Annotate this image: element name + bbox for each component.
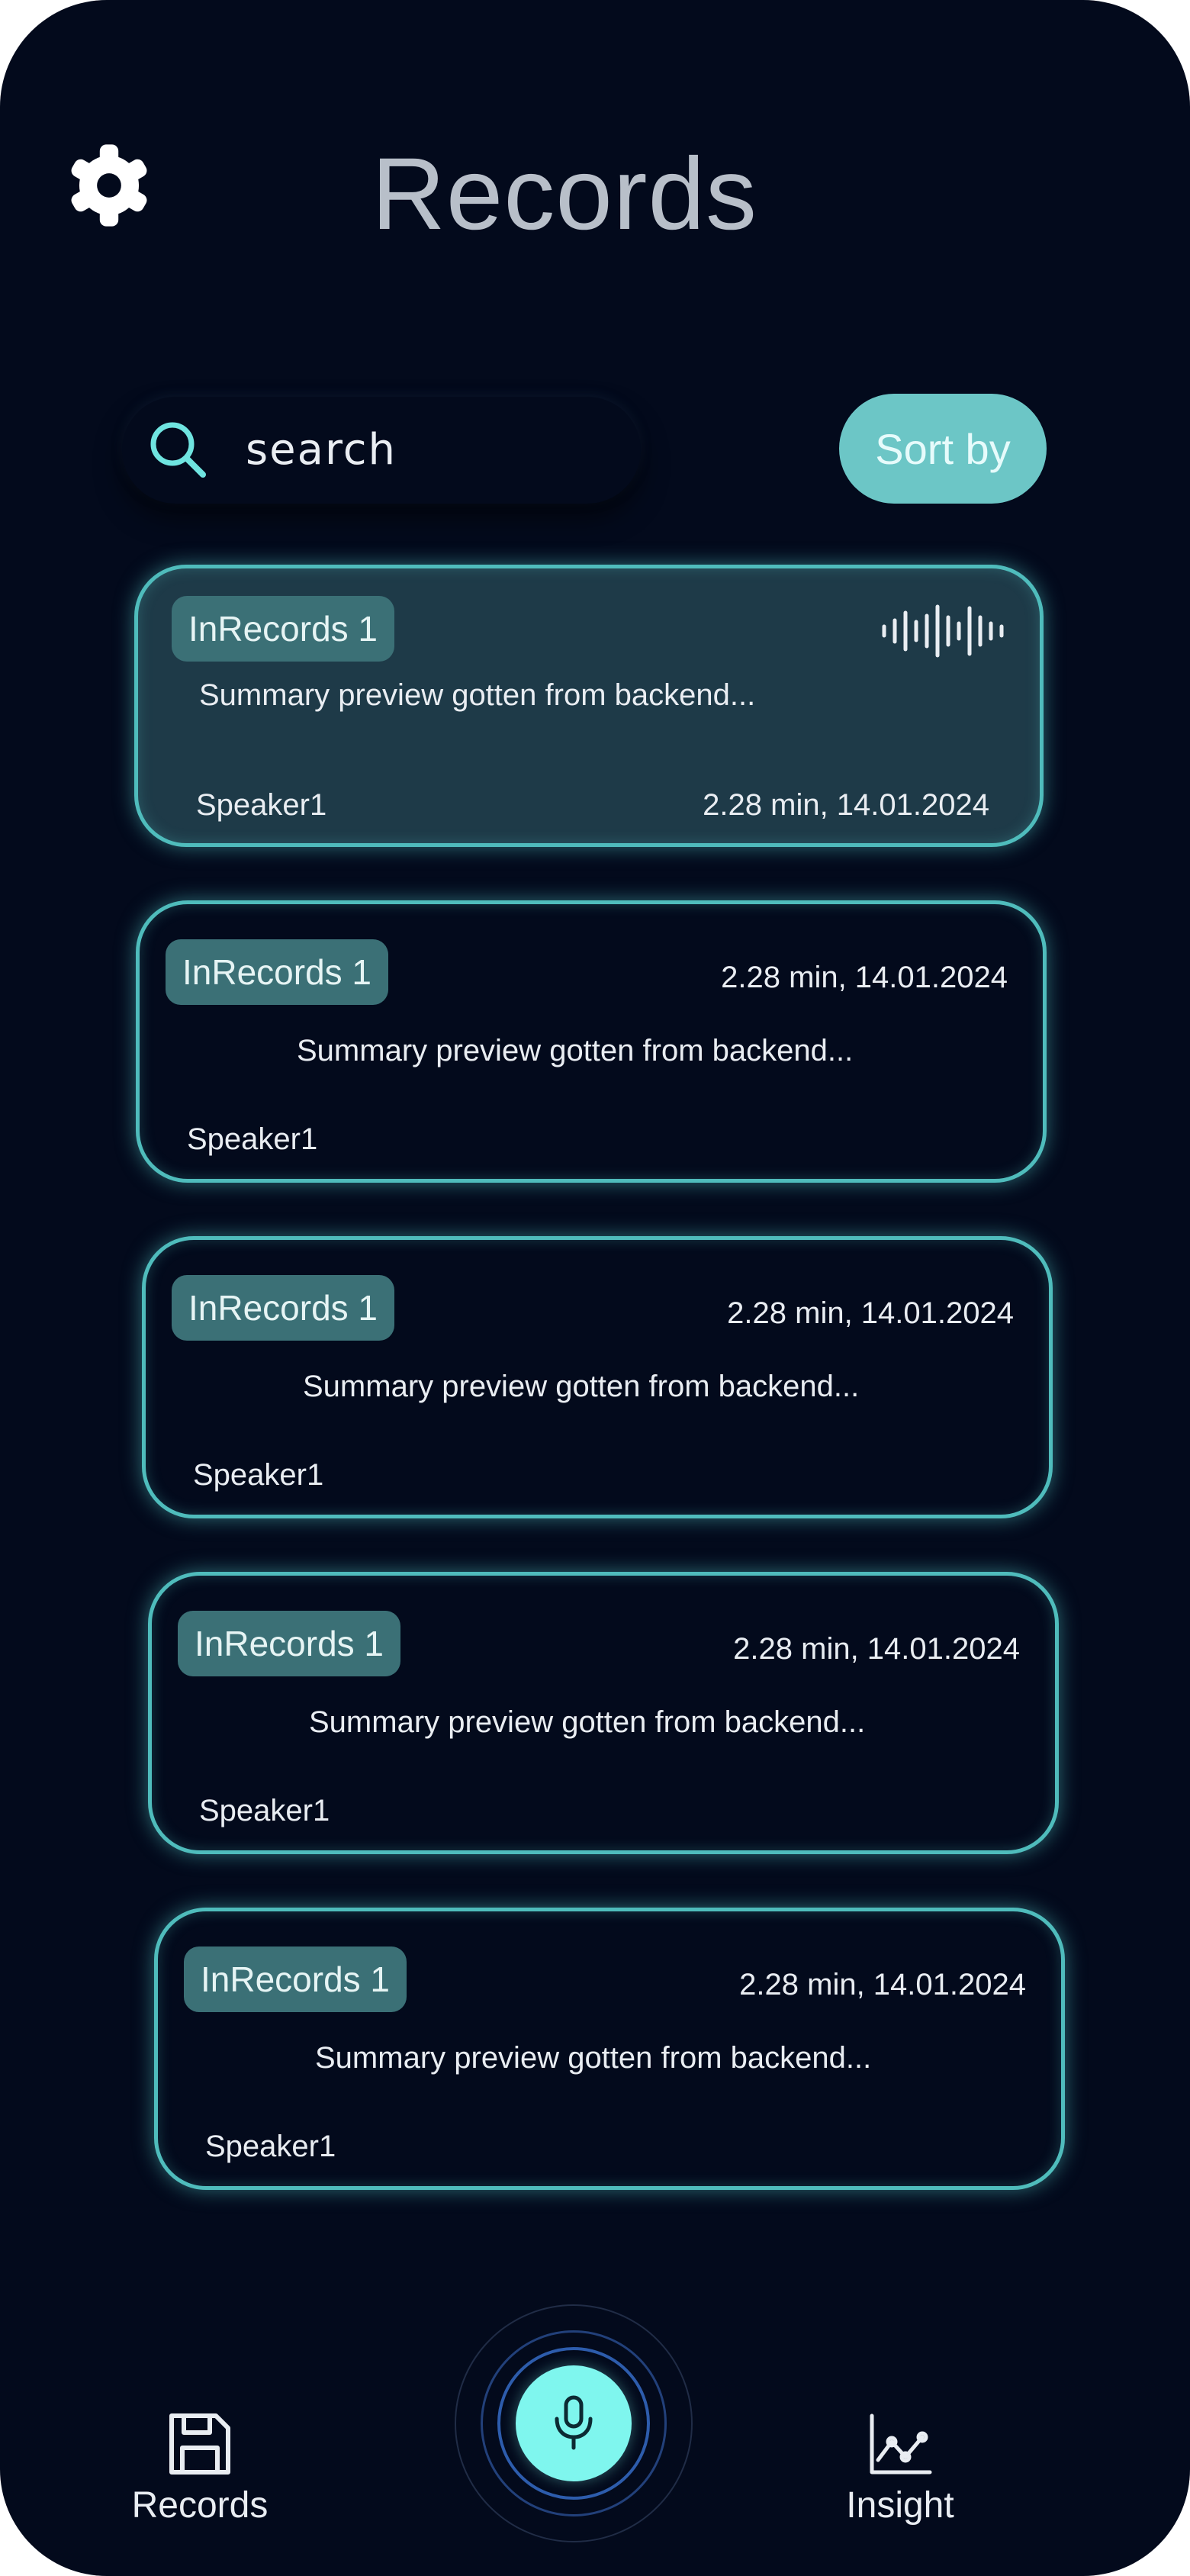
record-card[interactable]: InRecords 1 Summary preview gotten from …	[134, 565, 1044, 847]
record-summary: Summary preview gotten from backend...	[297, 1034, 854, 1067]
record-card[interactable]: InRecords 1 2.28 min, 14.01.2024 Summary…	[136, 900, 1047, 1183]
record-card[interactable]: InRecords 1 2.28 min, 14.01.2024 Summary…	[148, 1572, 1059, 1854]
record-tag: InRecords 1	[178, 1611, 401, 1676]
record-speaker: Speaker1	[193, 1458, 324, 1492]
nav-insight[interactable]: Insight	[801, 2411, 999, 2541]
nav-records[interactable]: Records	[101, 2411, 299, 2541]
nav-insight-label: Insight	[846, 2485, 954, 2526]
record-speaker: Speaker1	[187, 1122, 318, 1156]
save-icon	[169, 2413, 230, 2475]
record-tag: InRecords 1	[184, 1946, 407, 2012]
chart-line-icon	[870, 2413, 932, 2475]
nav-records-label: Records	[131, 2485, 269, 2526]
microphone-icon	[555, 2395, 593, 2450]
sort-button[interactable]: Sort by	[839, 394, 1047, 504]
record-meta: 2.28 min, 14.01.2024	[703, 788, 989, 822]
record-meta: 2.28 min, 14.01.2024	[733, 1632, 1020, 1666]
record-card[interactable]: InRecords 1 2.28 min, 14.01.2024 Summary…	[142, 1236, 1053, 1518]
search-input[interactable]	[244, 421, 613, 478]
waveform-icon	[882, 604, 1004, 658]
record-summary: Summary preview gotten from backend...	[199, 678, 756, 712]
record-summary: Summary preview gotten from backend...	[309, 1705, 866, 1739]
record-summary: Summary preview gotten from backend...	[315, 2041, 872, 2075]
record-card[interactable]: InRecords 1 2.28 min, 14.01.2024 Summary…	[154, 1908, 1065, 2190]
record-speaker: Speaker1	[205, 2130, 336, 2163]
record-meta: 2.28 min, 14.01.2024	[721, 961, 1008, 994]
app-screen: Records Sort by InRecords 1	[0, 0, 1190, 2576]
page-title: Records	[371, 137, 757, 251]
record-tag: InRecords 1	[172, 1275, 395, 1341]
record-button[interactable]	[516, 2365, 632, 2481]
record-speaker: Speaker1	[196, 788, 327, 822]
record-tag: InRecords 1	[172, 596, 395, 662]
record-speaker: Speaker1	[199, 1794, 330, 1827]
record-button-area	[455, 2304, 693, 2542]
search-bar[interactable]	[122, 397, 641, 504]
record-tag: InRecords 1	[166, 939, 389, 1005]
search-icon	[150, 422, 206, 478]
record-summary: Summary preview gotten from backend...	[303, 1370, 860, 1403]
record-meta: 2.28 min, 14.01.2024	[727, 1296, 1014, 1330]
record-meta: 2.28 min, 14.01.2024	[739, 1968, 1026, 2001]
